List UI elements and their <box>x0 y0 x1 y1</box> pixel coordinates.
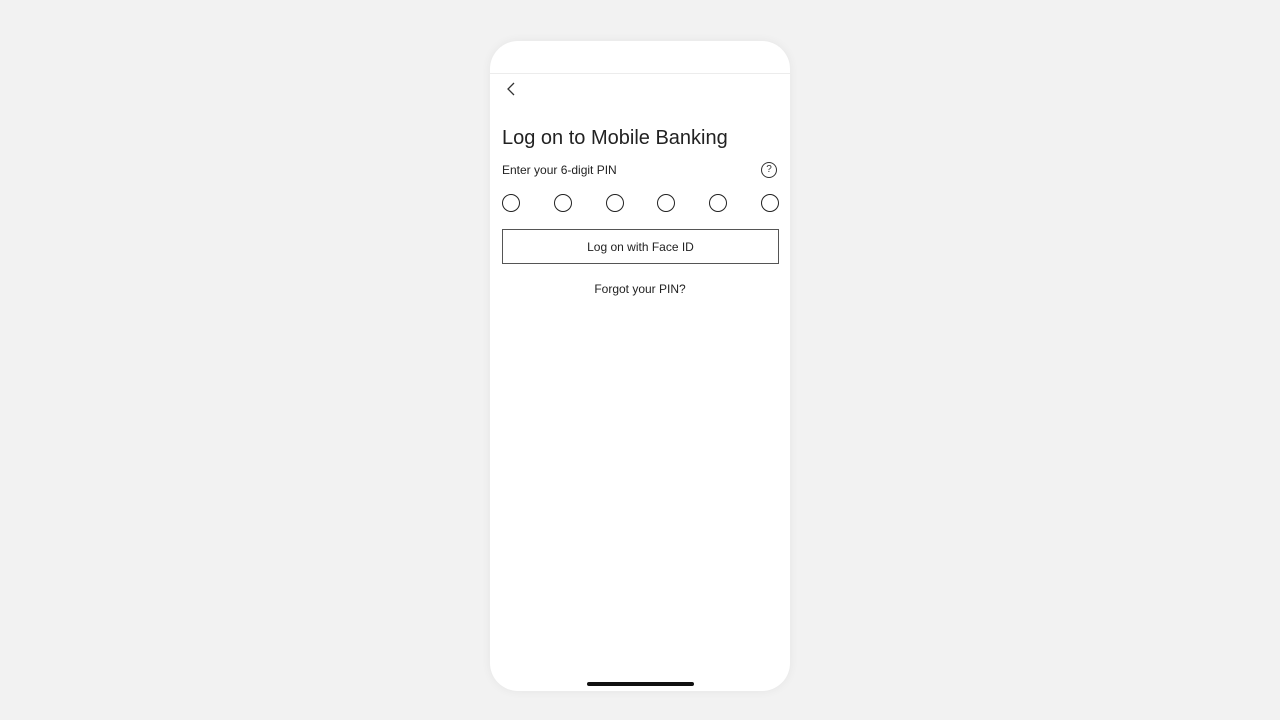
home-indicator <box>587 682 694 686</box>
pin-digit <box>760 194 779 212</box>
pin-label: Enter your 6-digit PIN <box>502 163 617 177</box>
forgot-pin-link[interactable]: Forgot your PIN? <box>490 282 790 296</box>
status-bar <box>490 41 790 74</box>
question-circle-icon: ? <box>766 164 772 175</box>
back-button[interactable] <box>504 81 520 97</box>
chevron-left-icon <box>507 82 515 96</box>
help-button[interactable]: ? <box>761 162 777 178</box>
phone-screen: Log on to Mobile Banking Enter your 6-di… <box>490 41 790 691</box>
pin-digit <box>657 194 676 212</box>
pin-digit <box>553 194 572 212</box>
page-title: Log on to Mobile Banking <box>502 127 728 149</box>
pin-digit <box>502 194 520 212</box>
pin-digit <box>709 194 728 212</box>
face-id-button[interactable]: Log on with Face ID <box>502 229 779 264</box>
pin-digit <box>605 194 624 212</box>
pin-input[interactable] <box>502 194 779 212</box>
